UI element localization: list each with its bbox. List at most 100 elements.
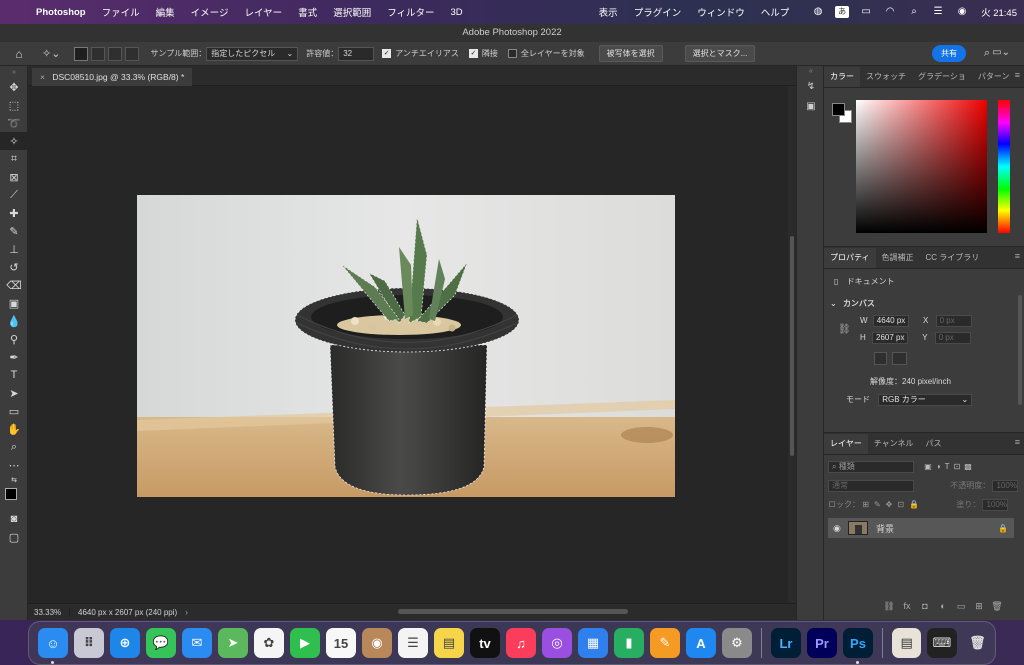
foreground-color-swatch[interactable] [832, 103, 845, 116]
close-icon[interactable]: × [40, 72, 45, 82]
dock-app-launchpad[interactable]: ⠿ [74, 628, 104, 658]
search-icon[interactable]: ⌕ [907, 6, 921, 18]
canvas-section-header[interactable]: ⌄ カンバス [830, 298, 875, 309]
menu-select[interactable]: 選択範囲 [325, 5, 379, 19]
menu-edit[interactable]: 編集 [148, 5, 183, 19]
horizontal-scrollbar[interactable] [398, 609, 628, 614]
group-icon[interactable]: ▭ [952, 601, 970, 612]
layer-filter-select[interactable]: ⌕ 種類 [828, 461, 914, 473]
move-tool-icon[interactable]: ✥ [0, 78, 28, 96]
panel-menu-icon[interactable]: ≡ [1015, 70, 1020, 80]
healing-brush-tool-icon[interactable]: ✚ [0, 204, 28, 222]
history-brush-tool-icon[interactable]: ↺ [0, 258, 28, 276]
vertical-scroll-thumb[interactable] [790, 236, 794, 456]
tab-patterns[interactable]: パターン [972, 67, 1016, 87]
blend-mode-select[interactable]: 通常 [828, 480, 914, 492]
opacity-input[interactable]: 100% [992, 480, 1019, 492]
menu-window[interactable]: ウィンドウ [689, 5, 753, 19]
dock-app-maps[interactable]: ➤ [218, 628, 248, 658]
add-mask-icon[interactable]: ◘ [916, 601, 934, 612]
tab-paths[interactable]: パス [920, 434, 948, 454]
color-picker-field[interactable] [856, 100, 987, 233]
lock-icon[interactable]: 🔒 [998, 524, 1008, 533]
collapse-icon[interactable]: » [0, 66, 28, 78]
clone-stamp-tool-icon[interactable]: ⊥ [0, 240, 28, 258]
dock-recent-stack[interactable]: ⌨ [927, 628, 957, 658]
menu-file[interactable]: ファイル [94, 5, 148, 19]
vertical-scrollbar[interactable] [788, 86, 796, 603]
menu-type[interactable]: 書式 [290, 5, 325, 19]
app-menu[interactable]: Photoshop [30, 7, 94, 18]
sample-size-select[interactable]: 指定したピクセル ⌄ [206, 46, 299, 61]
lasso-tool-icon[interactable]: ➰ [0, 114, 28, 132]
x-input[interactable]: 0 px [935, 315, 972, 327]
adjustment-layer-icon[interactable]: ◐ [934, 601, 952, 612]
tab-cc-libraries[interactable]: CC ライブラリ [920, 248, 986, 268]
dock-app-podcasts[interactable]: ◎ [542, 628, 572, 658]
fx-icon[interactable]: fx [898, 601, 916, 612]
width-input[interactable]: 4640 px [872, 315, 909, 327]
creative-cloud-icon[interactable]: ◍ [811, 6, 825, 18]
dock-app-pages[interactable]: ✎ [650, 628, 680, 658]
tab-layers[interactable]: レイヤー [824, 434, 868, 454]
dock-app-safari[interactable]: ⊕ [110, 628, 140, 658]
contiguous-checkbox[interactable]: ✓ [468, 49, 478, 58]
crop-tool-icon[interactable]: ⌗ [0, 150, 28, 168]
marquee-tool-icon[interactable]: ⬚ [0, 96, 28, 114]
wifi-icon[interactable]: ◠ [883, 6, 897, 18]
type-tool-icon[interactable]: T [0, 366, 28, 384]
menu-3d[interactable]: 3D [443, 7, 471, 18]
dock-app-numbers[interactable]: ▮ [614, 628, 644, 658]
portrait-icon[interactable] [874, 352, 887, 365]
select-subject-button[interactable]: 被写体を選択 [598, 45, 663, 62]
tab-channels[interactable]: チャンネル [868, 434, 920, 454]
brush-tool-icon[interactable]: ✎ [0, 222, 28, 240]
history-panel-icon[interactable]: ↯ [797, 76, 825, 96]
properties-scrollbar[interactable] [1018, 295, 1022, 405]
dock-app-photos[interactable]: ✿ [254, 628, 284, 658]
new-selection-icon[interactable] [74, 46, 89, 61]
landscape-icon[interactable] [892, 352, 908, 365]
layer-row-background[interactable]: ◉ 背景 🔒 [828, 518, 1014, 538]
menu-filter[interactable]: フィルター [379, 5, 442, 19]
quick-mask-icon[interactable]: ◙ [0, 510, 28, 528]
menu-view[interactable]: 表示 [591, 5, 626, 19]
ime-icon[interactable]: あ [835, 6, 850, 18]
dock-app-calendar[interactable]: 15 [326, 628, 356, 658]
tab-gradients[interactable]: グラデーショ [912, 67, 972, 87]
link-layers-icon[interactable]: ⛓ [880, 601, 898, 612]
comments-panel-icon[interactable]: ▣ [797, 96, 825, 116]
path-selection-tool-icon[interactable]: ➤ [0, 384, 28, 402]
control-center-icon[interactable]: ☰ [931, 6, 945, 18]
eye-icon[interactable]: ◉ [833, 523, 841, 534]
trash-icon[interactable]: 🗑 [988, 601, 1006, 612]
menu-layer[interactable]: レイヤー [236, 5, 290, 19]
swap-colors-icon[interactable]: ⇆ [0, 474, 28, 486]
dock-downloads-folder[interactable]: ▤ [891, 628, 922, 658]
select-and-mask-button[interactable]: 選択とマスク... [684, 45, 756, 62]
menubar-clock[interactable]: 火 21:45 [974, 5, 1024, 19]
document-tab[interactable]: × DSC08510.jpg @ 33.3% (RGB/8) * [32, 68, 193, 86]
dock-app-tv[interactable]: tv [470, 628, 500, 658]
height-input[interactable]: 2607 px [872, 332, 909, 344]
eraser-tool-icon[interactable]: ⌫ [0, 276, 28, 294]
eyedropper-tool-icon[interactable]: ⟋ [0, 186, 28, 204]
workspace-switcher-icon[interactable]: ▭⌄ [992, 47, 1010, 58]
menu-plugins[interactable]: プラグイン [626, 5, 690, 19]
dock-app-mail[interactable]: ✉ [182, 628, 212, 658]
dock-app-lightroom[interactable]: Lr [770, 628, 801, 658]
hand-tool-icon[interactable]: ✋ [0, 420, 28, 438]
subtract-from-selection-icon[interactable] [108, 46, 123, 61]
menu-help[interactable]: ヘルプ [753, 5, 798, 19]
color-swatches[interactable] [0, 486, 27, 510]
siri-icon[interactable]: ◉ [955, 6, 969, 18]
dock-app-photoshop[interactable]: Ps [842, 628, 873, 664]
panel-menu-icon[interactable]: ≡ [1015, 251, 1020, 261]
dock-trash[interactable]: 🗑 [963, 628, 992, 658]
intersect-selection-icon[interactable] [125, 46, 140, 61]
dock-app-music[interactable]: ♫ [506, 628, 536, 658]
tab-swatches[interactable]: スウォッチ [860, 67, 912, 87]
zoom-tool-icon[interactable]: ⌕ [0, 438, 28, 456]
search-icon[interactable]: ⌕ [984, 47, 990, 60]
foreground-color-swatch[interactable] [5, 488, 17, 500]
